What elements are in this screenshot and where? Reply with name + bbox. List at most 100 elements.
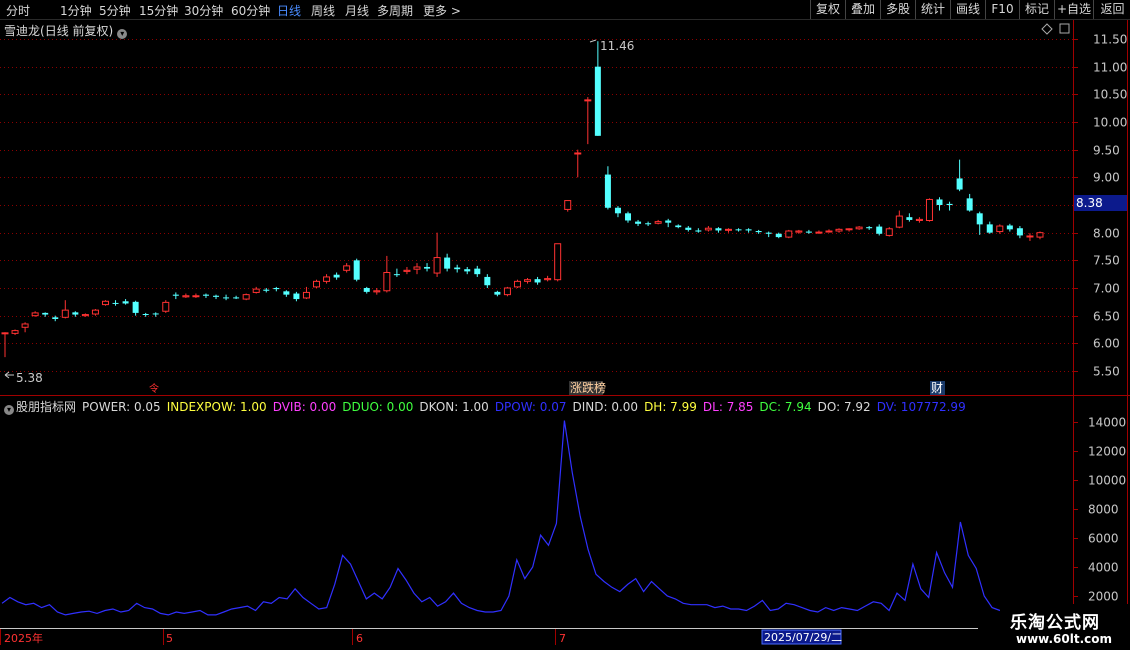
candle-down [534,276,541,285]
candle-down [122,299,129,305]
candle-body [494,291,501,295]
candle-down [293,291,300,302]
candle-body [956,178,963,190]
candle-down [474,265,481,277]
candle-layer [1,41,1044,358]
candle-up [61,300,69,319]
candle-body [554,243,562,281]
candle-up [433,232,441,277]
indicator-value: POWER: 0.05 [82,400,161,414]
candle-up [192,293,200,298]
candle-body [192,295,200,298]
candle-up [252,286,260,294]
candle-body [182,295,190,298]
candle-body [1016,228,1023,236]
event-marker-zdb: 涨跌榜 [570,380,606,395]
candle-body [252,288,260,293]
candle-down [635,219,642,227]
candle-body [313,280,321,288]
candle-body [795,230,803,233]
candle-body [403,269,411,272]
candle-up [915,217,923,223]
candle-body [775,233,782,238]
price-tick-label: 6.00 [1093,337,1120,351]
candle-body [484,276,491,286]
indicator-toggle-icon[interactable]: ▾ [4,405,14,415]
candle-body [695,230,702,232]
candle-body [765,232,772,234]
candle-down [986,221,993,234]
low-price-label: 5.38 [16,371,43,385]
candle-body [213,295,220,297]
candle-body [233,297,240,299]
candle-down [72,311,79,317]
time-label-jun: 6 [356,632,363,645]
candle-body [132,301,139,313]
candle-down [112,300,119,306]
indicator-tick-label: 12000 [1088,445,1126,459]
indicator-values: POWER: 0.05 INDEXPOW: 1.00 DVIB: 0.00 DDUO:… [82,400,972,414]
event-marker-ling: 令 [149,382,159,395]
candle-down [976,211,983,235]
candle-up [785,229,793,239]
candle-up [654,219,662,225]
candle-up [373,288,381,295]
candle-down [675,224,682,229]
indicator-tick-label: 2000 [1088,590,1119,604]
candle-body [513,280,521,288]
candle-body [594,66,601,136]
candlestick-chart[interactable]: 11.5011.0010.5010.009.509.008.508.007.50… [0,0,1130,650]
candle-up [323,274,331,284]
candle-body [866,227,873,229]
candle-up [1026,233,1034,241]
candle-down [202,293,209,298]
low-price-pointer [4,371,14,379]
candle-down [484,274,491,288]
candle-up [835,228,843,233]
candle-down [494,290,501,297]
candle-down [152,312,159,317]
candle-body [31,312,39,317]
candle-body [724,228,732,231]
indicator-value: DC: 7.94 [759,400,812,414]
candle-body [925,198,933,221]
candle-body [835,228,843,232]
candle-body [704,227,712,231]
candle-down [132,300,139,316]
candle-body [474,268,481,275]
candle-down [424,263,431,272]
price-tick-label: 9.00 [1093,171,1120,185]
candle-up [855,226,863,230]
candle-body [122,301,129,304]
candle-down [393,268,400,277]
candle-down [966,193,973,212]
candle-body [604,174,611,208]
indicator-series-line [1,420,1001,616]
candle-body [202,294,209,296]
candle-up [584,97,592,145]
price-tick-label: 5.50 [1093,365,1120,379]
candle-body [112,302,119,304]
candle-body [433,257,441,274]
candle-body [101,300,109,306]
candle-up [513,279,521,288]
candle-down [283,290,290,297]
candle-body [52,317,59,319]
candle-down [695,228,702,233]
candle-body [885,228,893,236]
candle-down [715,227,722,233]
candle-up [1,332,9,358]
candle-body [162,301,170,312]
candle-body [464,269,471,272]
indicator-tick-label: 4000 [1088,561,1119,575]
candle-up [1036,231,1044,240]
candle-up [21,322,29,333]
candle-body [172,294,179,296]
candle-up [31,311,39,317]
candle-body [61,309,69,318]
candle-up [313,279,321,288]
candle-down [956,159,963,192]
candle-body [424,266,431,269]
watermark-url: www.60lt.com [1016,632,1113,646]
candle-body [895,215,903,228]
